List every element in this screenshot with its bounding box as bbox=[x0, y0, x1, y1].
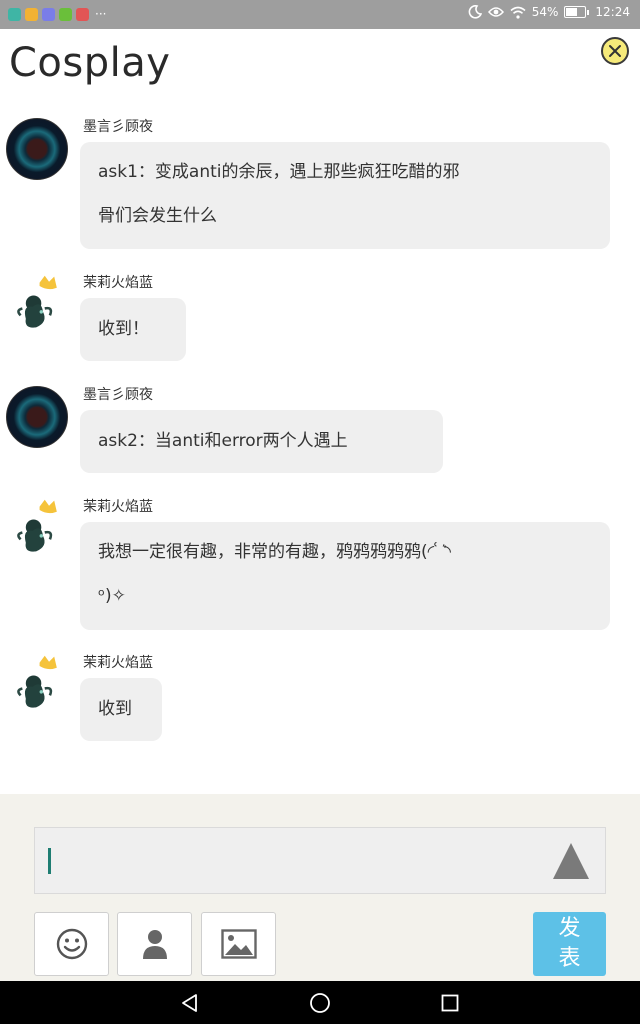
notification-app-icons: ··· bbox=[8, 7, 106, 21]
sender-name[interactable]: 茉莉火焰蓝 bbox=[83, 496, 153, 516]
nav-home-button[interactable] bbox=[308, 991, 332, 1015]
message-text-line: ᵒ)✧ bbox=[98, 586, 126, 606]
more-notifications-icon: ··· bbox=[95, 7, 107, 21]
sender-name[interactable]: 茉莉火焰蓝 bbox=[83, 272, 153, 292]
battery-percent: 54% bbox=[531, 5, 559, 19]
contact-button[interactable] bbox=[117, 912, 192, 976]
sender-avatar[interactable] bbox=[6, 274, 68, 336]
sender-avatar[interactable] bbox=[6, 386, 68, 448]
recents-square-icon bbox=[441, 994, 459, 1012]
sender-name[interactable]: 墨言彡顾夜 bbox=[83, 116, 153, 136]
text-caret bbox=[48, 848, 51, 874]
smiley-icon bbox=[56, 928, 87, 960]
close-icon bbox=[609, 45, 621, 57]
sender-avatar[interactable] bbox=[6, 498, 68, 560]
message-text-line: ask1：变成anti的余辰，遇上那些疯狂吃醋的邪 bbox=[98, 162, 460, 182]
app-icon-1 bbox=[8, 7, 21, 21]
message-input[interactable] bbox=[34, 827, 606, 894]
image-icon bbox=[220, 929, 257, 959]
chat-message: 茉莉火焰蓝 收到！ bbox=[0, 262, 640, 372]
wifi-icon bbox=[510, 6, 526, 19]
app-icon-4 bbox=[59, 7, 72, 21]
sender-name[interactable]: 墨言彡顾夜 bbox=[83, 384, 153, 404]
status-indicators: 54% 12:24 bbox=[468, 5, 630, 19]
close-button[interactable] bbox=[601, 37, 629, 65]
emoji-button[interactable] bbox=[34, 912, 109, 976]
chat-message: 茉莉火焰蓝 收到 bbox=[0, 642, 640, 752]
message-text-line: 骨们会发生什么 bbox=[98, 206, 217, 226]
app-icon-5 bbox=[76, 7, 89, 21]
status-bar: ··· 54% 12:24 bbox=[0, 0, 640, 29]
sender-avatar[interactable] bbox=[6, 118, 68, 180]
message-bubble: ask1：变成anti的余辰，遇上那些疯狂吃醋的邪 骨们会发生什么 bbox=[80, 142, 610, 249]
chat-message: 墨言彡顾夜 ask1：变成anti的余辰，遇上那些疯狂吃醋的邪 骨们会发生什么 bbox=[0, 112, 640, 252]
message-bubble: ask2：当anti和error两个人遇上 bbox=[80, 410, 443, 473]
image-button[interactable] bbox=[201, 912, 276, 976]
message-text-line: 收到！ bbox=[98, 319, 149, 339]
eye-icon bbox=[487, 7, 504, 17]
message-bubble: 收到！ bbox=[80, 298, 186, 361]
message-text-line: 收到 bbox=[98, 699, 132, 719]
clock-time: 12:24 bbox=[595, 5, 630, 19]
chat-message: 茉莉火焰蓝 我想一定很有趣，非常的有趣，鸦鸦鸦鸦鸦(◜ ͑ ͛◝ ᵒ)✧ bbox=[0, 486, 640, 636]
battery-icon bbox=[564, 6, 590, 18]
message-text-line: ask2：当anti和error两个人遇上 bbox=[98, 431, 348, 451]
moon-icon bbox=[468, 5, 482, 19]
message-bubble: 我想一定很有趣，非常的有趣，鸦鸦鸦鸦鸦(◜ ͑ ͛◝ ᵒ)✧ bbox=[80, 522, 610, 630]
page-title: Cosplay bbox=[9, 40, 171, 86]
sender-avatar[interactable] bbox=[6, 654, 68, 716]
composer-panel: 发表 bbox=[0, 794, 640, 981]
back-triangle-icon bbox=[182, 994, 197, 1012]
app-icon-2 bbox=[25, 7, 38, 21]
publish-label: 发表 bbox=[558, 916, 581, 971]
chat-message: 墨言彡顾夜 ask2：当anti和error两个人遇上 bbox=[0, 380, 640, 480]
sender-name[interactable]: 茉莉火焰蓝 bbox=[83, 652, 153, 672]
home-circle-icon bbox=[310, 993, 330, 1013]
message-text-line: 我想一定很有趣，非常的有趣，鸦鸦鸦鸦鸦(◜ ͑ ͛◝ bbox=[98, 542, 451, 562]
nav-back-button[interactable] bbox=[178, 991, 202, 1015]
triangle-send-icon[interactable] bbox=[553, 843, 589, 879]
publish-button[interactable]: 发表 bbox=[533, 912, 606, 976]
system-nav-bar bbox=[0, 981, 640, 1024]
app-icon-3 bbox=[42, 7, 55, 21]
message-bubble: 收到 bbox=[80, 678, 162, 741]
nav-recents-button[interactable] bbox=[438, 991, 462, 1015]
person-icon bbox=[142, 930, 167, 959]
